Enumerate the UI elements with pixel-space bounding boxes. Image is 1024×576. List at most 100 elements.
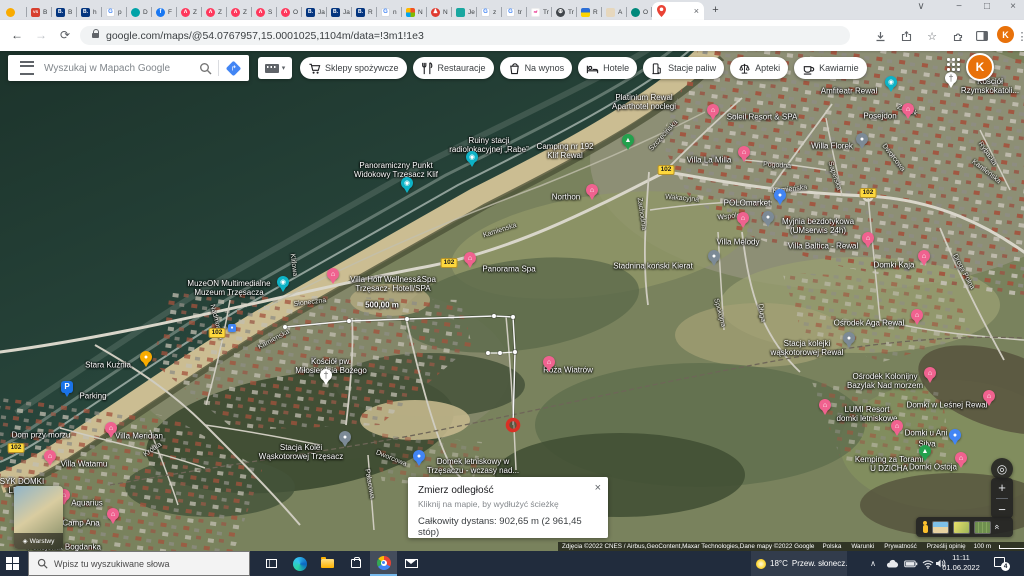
browser-tab-11[interactable]: ʌS [252,4,277,20]
close-icon[interactable]: × [595,482,601,494]
map-pin-soleil-resort[interactable]: ⌂ [707,104,719,123]
bookmark-star-icon[interactable]: ☆ [924,28,940,44]
map-pin-bazylak[interactable]: ⌂ [924,367,936,386]
map-pin-panorama-spa[interactable]: ⌂ [464,252,476,271]
forward-button[interactable]: → [32,27,50,43]
map-pin-willa-florek[interactable]: ● [856,133,868,152]
map-pin-villa-meridian[interactable]: ⌂ [105,422,117,441]
map-pin-camping-192[interactable]: ▲ [622,134,634,153]
browser-tab-9[interactable]: ʌZ [202,4,227,20]
url-text[interactable]: google.com/maps/@54.0767957,15.0001025,1… [106,30,424,42]
map-pin-domek-letniskowy[interactable]: ● [413,450,425,469]
tray-chevron-icon[interactable]: ∧ [866,551,880,576]
attribution-link-warunki[interactable]: Warunki [851,543,874,550]
imagery-thumbnail[interactable] [953,521,970,534]
browser-tab-7[interactable]: fF [152,4,177,20]
pegman-icon[interactable] [921,521,928,534]
browser-tab-24[interactable]: R [577,4,602,20]
attribution-link-prywatność[interactable]: Prywatność [884,543,917,550]
map-pin-northon[interactable]: ⌂ [586,184,598,203]
taskbar-search-input[interactable]: Wpisz tu wyszukiwane słowa [28,551,250,576]
reload-button[interactable]: ⟳ [56,27,74,43]
onedrive-cloud-icon[interactable] [884,551,900,576]
map-pin-stara-kuznia[interactable]: ● [140,351,152,370]
new-tab-button[interactable]: + [708,3,723,18]
map-pin-muzeon[interactable]: ◉ [277,276,289,295]
directions-button[interactable]: ↱ [225,60,241,76]
profile-avatar[interactable]: K [997,26,1014,43]
microsoft-store-icon[interactable] [342,551,369,576]
map-pin-posejdon[interactable]: ⌂ [902,103,914,122]
browser-tab-14[interactable]: B.Ja [327,4,352,20]
battery-icon[interactable] [903,551,919,576]
browser-tab-1[interactable] [2,4,27,20]
map-pin-osrodek-aga-rewal[interactable]: ⌂ [911,309,923,328]
map-pin-camp-ana[interactable]: ⌂ [107,508,119,527]
chip-hotele[interactable]: Hotele [578,57,637,79]
map-pin-villa-la-milla[interactable]: ⌂ [738,146,750,165]
map-pin-amfiteatr-rewal[interactable]: ◉ [885,76,897,95]
extensions-puzzle-icon[interactable] [950,28,966,44]
side-panel-icon[interactable] [974,28,990,44]
browser-tab-26[interactable]: O [627,4,652,20]
chip-stacje-paliw[interactable]: Stacje paliw [643,57,724,79]
close-window-button[interactable]: × [1004,1,1022,12]
map-pin-villa-hoff[interactable]: ⌂ [327,268,339,287]
back-button[interactable]: ← [8,27,26,43]
map-pin-villa-melody[interactable]: ⌂ [737,212,749,231]
browser-tab-15[interactable]: B.R [352,4,377,20]
map-pin-stacja-kolei-trzesacz[interactable]: ● [339,431,351,450]
browser-tab-23[interactable]: ⊕Tr [552,4,577,20]
map-pin-bus-stop[interactable]: ● [228,324,236,332]
layers-button[interactable]: ◈ Warstwy [14,486,63,549]
browser-tab-5[interactable]: Gp [102,4,127,20]
browser-tab-18[interactable]: ♟N [427,4,452,20]
file-explorer-icon[interactable] [314,551,341,576]
taskbar-clock[interactable]: 11:11 01.06.2022 [940,553,982,573]
notification-center-icon[interactable]: 4 [994,557,1006,568]
map-pin-kosciol-rzymskokatolicki[interactable]: † [945,72,957,91]
weather-widget[interactable]: 18°C Przew. słonecz. [751,551,847,576]
browser-tab-20[interactable]: Gz [477,4,502,20]
zoom-in-button[interactable]: + [998,480,1006,495]
imagery-thumbnail[interactable] [932,521,949,534]
browser-tab-10[interactable]: ʌZ [227,4,252,20]
close-tab-icon[interactable]: × [694,7,699,16]
chip-sklepy-spożywcze[interactable]: Sklepy spożywcze [300,57,407,79]
browser-tab-4[interactable]: B.h [77,4,102,20]
google-apps-grid-icon[interactable] [946,57,960,71]
my-location-button[interactable]: ◎ [991,458,1013,480]
chip-na-wynos[interactable]: Na wynos [500,57,573,79]
maps-search-bar[interactable]: Wyszukaj w Mapach Google ↱ [8,55,249,81]
address-bar[interactable]: google.com/maps/@54.0767957,15.0001025,1… [80,26,850,45]
attribution-link-polska[interactable]: Polska [822,543,841,550]
chrome-icon[interactable] [370,551,397,576]
avatar[interactable]: K [966,53,994,81]
tab-search-icon[interactable]: ∨ [912,1,930,12]
map-pin-stacja-kolejki-rewal[interactable]: ● [843,332,855,351]
map-pin-kosciol-milosierdzia[interactable]: † [320,369,332,388]
map-pin-parking[interactable]: P [61,381,73,400]
browser-tab-2[interactable]: VSB [27,4,52,20]
search-input[interactable]: Wyszukaj w Mapach Google [44,63,199,74]
zoom-out-button[interactable]: − [998,502,1006,517]
collapse-icon[interactable]: « [993,524,1003,529]
browser-tab-21[interactable]: Gtr [502,4,527,20]
browser-tab-6[interactable]: D [127,4,152,20]
browser-tab-25[interactable]: A [602,4,627,20]
browser-tab-3[interactable]: B.B [52,4,77,20]
start-button[interactable] [6,557,19,570]
map-pin-ruiny-rabe[interactable]: ◉ [466,151,478,170]
search-icon[interactable] [199,62,212,75]
map-pin-domki-w-lesnej[interactable]: ⌂ [983,390,995,409]
browser-tab-13[interactable]: B.Ja [302,4,327,20]
map-pin-domki-ostoja[interactable]: ⌂ [955,452,967,471]
install-icon[interactable] [872,28,888,44]
browser-tab-active-google-maps[interactable]: × [652,2,704,20]
chip-apteki[interactable]: Apteki [730,57,788,79]
lock-icon[interactable] [92,33,99,38]
imagery-thumbnail[interactable] [974,521,991,534]
menu-icon[interactable] [20,61,34,75]
map-pin-domki-u-ani[interactable]: ⌂ [891,420,903,439]
map-pin-silva[interactable]: ● [949,429,961,448]
